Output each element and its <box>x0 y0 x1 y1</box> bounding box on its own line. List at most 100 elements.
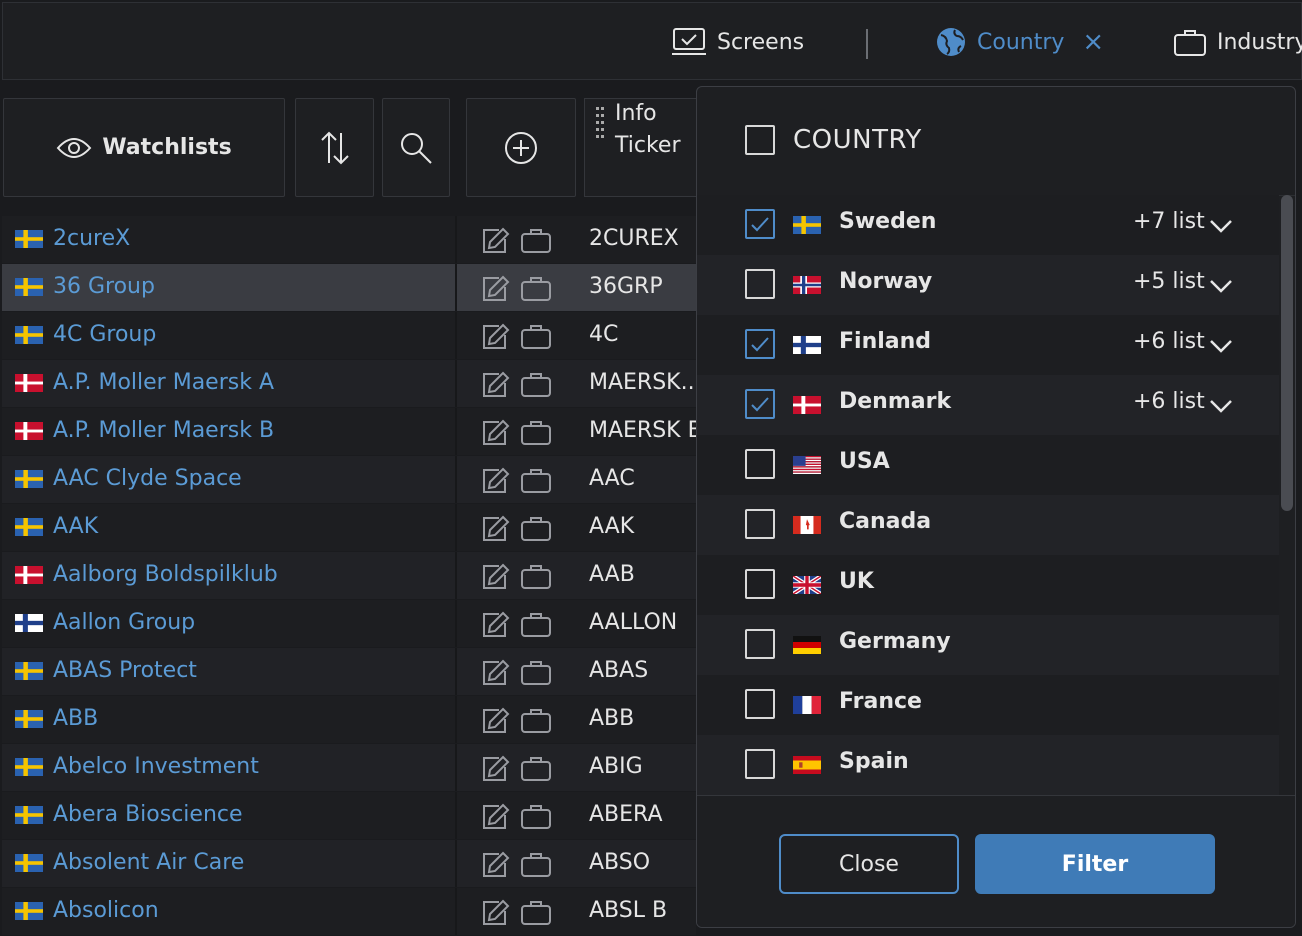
company-name-link[interactable]: ABB <box>53 706 98 731</box>
company-row[interactable]: Abelco Investment ABIG <box>2 744 696 792</box>
country-option-canada[interactable]: Canada <box>697 495 1279 555</box>
info-ticker-column-header[interactable]: Info Ticker <box>584 98 696 197</box>
portfolio-briefcase-icon[interactable] <box>520 226 552 258</box>
portfolio-briefcase-icon[interactable] <box>520 898 552 930</box>
portfolio-briefcase-icon[interactable] <box>520 274 552 306</box>
list-count[interactable]: +6 list <box>1133 329 1205 354</box>
portfolio-briefcase-icon[interactable] <box>520 562 552 594</box>
portfolio-briefcase-icon[interactable] <box>520 610 552 642</box>
company-name-link[interactable]: A.P. Moller Maersk B <box>53 418 274 443</box>
company-name-link[interactable]: 36 Group <box>53 274 155 299</box>
company-name-link[interactable]: Abelco Investment <box>53 754 259 779</box>
country-option-finland[interactable]: Finland +6 list <box>697 315 1279 375</box>
portfolio-briefcase-icon[interactable] <box>520 466 552 498</box>
screens-tab[interactable]: Screens <box>671 3 804 81</box>
portfolio-briefcase-icon[interactable] <box>520 322 552 354</box>
select-all-checkbox[interactable] <box>745 125 775 155</box>
company-row[interactable]: Absolicon ABSL B <box>2 888 696 936</box>
company-name-link[interactable]: Abera Bioscience <box>53 802 243 827</box>
country-checkbox[interactable] <box>745 749 775 779</box>
edit-note-icon[interactable] <box>481 514 511 546</box>
edit-note-icon[interactable] <box>481 802 511 834</box>
company-row[interactable]: ABB ABB <box>2 696 696 744</box>
chevron-down-icon[interactable] <box>1209 219 1233 233</box>
edit-note-icon[interactable] <box>481 418 511 450</box>
edit-note-icon[interactable] <box>481 274 511 306</box>
company-row[interactable]: 2cureX 2CUREX <box>2 216 696 264</box>
country-option-usa[interactable]: USA <box>697 435 1279 495</box>
portfolio-briefcase-icon[interactable] <box>520 754 552 786</box>
search-button[interactable] <box>382 98 450 197</box>
portfolio-briefcase-icon[interactable] <box>520 418 552 450</box>
portfolio-briefcase-icon[interactable] <box>520 658 552 690</box>
country-option-germany[interactable]: Germany <box>697 615 1279 675</box>
portfolio-briefcase-icon[interactable] <box>520 514 552 546</box>
company-name-link[interactable]: A.P. Moller Maersk A <box>53 370 274 395</box>
chevron-down-icon[interactable] <box>1209 399 1233 413</box>
list-count[interactable]: +7 list <box>1133 209 1205 234</box>
scrollbar-thumb[interactable] <box>1281 195 1293 511</box>
sort-button[interactable] <box>295 98 374 197</box>
company-row[interactable]: A.P. Moller Maersk A MAERSK.. <box>2 360 696 408</box>
company-row[interactable]: 4C Group 4C <box>2 312 696 360</box>
portfolio-briefcase-icon[interactable] <box>520 370 552 402</box>
drag-handle-icon[interactable] <box>595 107 605 151</box>
country-option-denmark[interactable]: Denmark +6 list <box>697 375 1279 435</box>
portfolio-briefcase-icon[interactable] <box>520 802 552 834</box>
edit-note-icon[interactable] <box>481 754 511 786</box>
company-row[interactable]: Absolent Air Care ABSO <box>2 840 696 888</box>
edit-note-icon[interactable] <box>481 898 511 930</box>
chevron-down-icon[interactable] <box>1209 339 1233 353</box>
industry-tab[interactable]: Industry <box>1173 3 1302 81</box>
portfolio-briefcase-icon[interactable] <box>520 706 552 738</box>
country-option-uk[interactable]: UK <box>697 555 1279 615</box>
company-name-link[interactable]: AAC Clyde Space <box>53 466 242 491</box>
list-count[interactable]: +5 list <box>1133 269 1205 294</box>
company-name-link[interactable]: 4C Group <box>53 322 156 347</box>
edit-note-icon[interactable] <box>481 610 511 642</box>
company-name-link[interactable]: Absolicon <box>53 898 159 923</box>
add-button[interactable] <box>466 98 576 197</box>
country-option-france[interactable]: France <box>697 675 1279 735</box>
company-row[interactable]: A.P. Moller Maersk B MAERSK B <box>2 408 696 456</box>
company-row[interactable]: ABAS Protect ABAS <box>2 648 696 696</box>
company-row[interactable]: Abera Bioscience ABERA <box>2 792 696 840</box>
edit-note-icon[interactable] <box>481 658 511 690</box>
company-row[interactable]: AAC Clyde Space AAC <box>2 456 696 504</box>
edit-note-icon[interactable] <box>481 850 511 882</box>
chevron-down-icon[interactable] <box>1209 279 1233 293</box>
country-checkbox[interactable] <box>745 269 775 299</box>
country-checkbox[interactable] <box>745 569 775 599</box>
filter-button[interactable]: Filter <box>975 834 1215 894</box>
edit-note-icon[interactable] <box>481 370 511 402</box>
close-button[interactable]: Close <box>779 834 959 894</box>
country-checkbox[interactable] <box>745 689 775 719</box>
edit-note-icon[interactable] <box>481 322 511 354</box>
company-name-link[interactable]: Aallon Group <box>53 610 195 635</box>
company-row[interactable]: Aalborg Boldspilklub AAB <box>2 552 696 600</box>
country-option-spain[interactable]: Spain <box>697 735 1279 795</box>
country-checkbox[interactable] <box>745 509 775 539</box>
edit-note-icon[interactable] <box>481 706 511 738</box>
list-count[interactable]: +6 list <box>1133 389 1205 414</box>
company-name-link[interactable]: Aalborg Boldspilklub <box>53 562 278 587</box>
country-option-norway[interactable]: Norway +5 list <box>697 255 1279 315</box>
country-option-sweden[interactable]: Sweden +7 list <box>697 195 1279 255</box>
company-name-link[interactable]: ABAS Protect <box>53 658 197 683</box>
country-tab[interactable]: Country × <box>935 3 1104 81</box>
company-row[interactable]: AAK AAK <box>2 504 696 552</box>
edit-note-icon[interactable] <box>481 466 511 498</box>
company-name-link[interactable]: Absolent Air Care <box>53 850 244 875</box>
company-row[interactable]: 36 Group 36GRP <box>2 264 696 312</box>
company-row[interactable]: Aallon Group AALLON <box>2 600 696 648</box>
portfolio-briefcase-icon[interactable] <box>520 850 552 882</box>
company-name-link[interactable]: AAK <box>53 514 98 539</box>
country-checkbox[interactable] <box>745 629 775 659</box>
edit-note-icon[interactable] <box>481 226 511 258</box>
company-name-link[interactable]: 2cureX <box>53 226 130 251</box>
edit-note-icon[interactable] <box>481 562 511 594</box>
country-checkbox[interactable] <box>745 449 775 479</box>
country-remove-icon[interactable]: × <box>1082 27 1104 57</box>
country-list-scrollbar[interactable] <box>1281 195 1293 795</box>
watchlists-button[interactable]: Watchlists <box>3 98 285 197</box>
